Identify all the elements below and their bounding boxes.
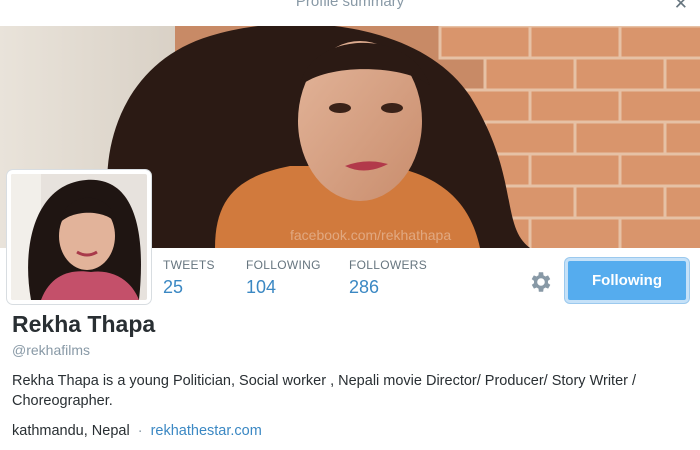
stat-followers[interactable]: FOLLOWERS 286 <box>349 258 427 298</box>
close-icon[interactable]: ✕ <box>674 0 688 14</box>
meta-separator: · <box>137 423 143 439</box>
stat-tweets-label: TWEETS <box>163 258 215 272</box>
stat-following-value: 104 <box>246 277 277 297</box>
profile-meta: kathmandu, Nepal · rekhathestar.com <box>12 423 262 439</box>
dialog-titlebar: Profile summary ✕ <box>0 0 700 26</box>
stat-following-label: FOLLOWING <box>246 258 321 272</box>
profile-website-link[interactable]: rekhathestar.com <box>151 423 262 439</box>
stat-tweets-value: 25 <box>163 277 184 297</box>
profile-name[interactable]: Rekha Thapa <box>12 311 155 338</box>
stat-followers-value: 286 <box>349 277 380 297</box>
dialog-title: Profile summary <box>295 0 405 10</box>
stat-following[interactable]: FOLLOWING 104 <box>246 258 321 298</box>
avatar[interactable] <box>7 170 151 304</box>
profile-location: kathmandu, Nepal <box>12 423 130 439</box>
profile-bio: Rekha Thapa is a young Politician, Socia… <box>12 373 637 409</box>
following-button[interactable]: Following <box>565 258 689 303</box>
stat-tweets[interactable]: TWEETS 25 <box>163 258 215 298</box>
gear-icon[interactable] <box>528 269 554 295</box>
stat-followers-label: FOLLOWERS <box>349 258 428 272</box>
profile-handle[interactable]: @rekhafilms <box>12 342 90 358</box>
banner-watermark: facebook.com/rekhathapa <box>290 227 451 243</box>
